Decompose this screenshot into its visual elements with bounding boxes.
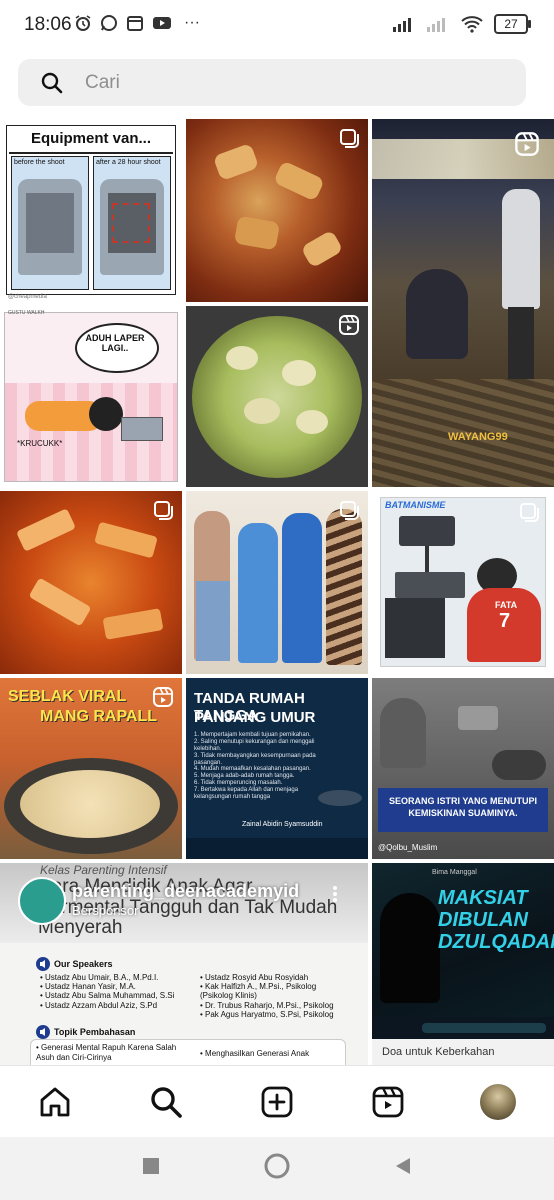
list-item: 4. Mudah memaafkan kesalahan pasangan.	[194, 766, 311, 773]
post-comic-laper[interactable]: ADUH LAPER LAGI.. *KRUCUKK* GUSTU WALKH	[0, 306, 182, 487]
after-label: after a 28 hour shoot	[96, 159, 161, 166]
search-icon	[151, 1087, 182, 1118]
speaker-item: • Dr. Trubus Raharjo, M.Psi., Psikolog	[200, 1000, 334, 1010]
search-icon	[41, 72, 63, 94]
post-seorang-istri[interactable]: SEORANG ISTRI YANG MENUTUPI KEMISKINAN S…	[372, 678, 554, 859]
post-credit: GUSTU WALKH	[8, 310, 45, 316]
post-red-snack[interactable]	[0, 491, 182, 674]
list-item: 7. Bertakwa kepada Allah dan menjaga kel…	[194, 787, 299, 801]
back-icon[interactable]	[394, 1156, 412, 1176]
signal-2-icon	[427, 18, 445, 32]
multi-photo-icon	[340, 129, 359, 148]
post-equipment-van[interactable]: Equipment van... before the shoot after …	[0, 119, 182, 302]
system-nav	[0, 1137, 554, 1200]
home-icon	[40, 1087, 70, 1117]
speaker-item: • Ustadz Abu Umair, B.A., M.Pd.I.	[40, 973, 159, 982]
sound-effect: *KRUCUKK*	[17, 439, 63, 448]
speaker-item: • Pak Agus Haryatmo, S.Psi, Psikolog	[200, 1009, 334, 1019]
status-bar: 18:06 ··· 27	[0, 0, 554, 50]
sponsor-handle[interactable]: parenting_deenacademyid	[72, 881, 299, 902]
wifi-icon	[461, 16, 483, 33]
brand-label: Bima Manggal	[432, 869, 477, 876]
multi-photo-icon	[520, 503, 539, 522]
explore-grid: Equipment van... before the shoot after …	[0, 119, 554, 1065]
search-input[interactable]: Cari	[18, 59, 526, 106]
speaker-item: • Ustadz Hanan Yasir, M.A.	[40, 982, 136, 992]
whatsapp-icon	[101, 15, 117, 31]
home-button-icon[interactable]	[264, 1153, 290, 1179]
more-options-icon[interactable]	[332, 885, 338, 903]
post-food-sauce[interactable]	[186, 119, 368, 302]
speakers-label: Our Speakers	[54, 959, 113, 969]
post-author: Zainal Abidin Syamsuddin	[242, 821, 323, 828]
speaker-item: (Psikolog Klinis)	[200, 991, 257, 1001]
multi-photo-icon	[154, 501, 173, 520]
speaker-icon	[36, 957, 50, 971]
speaker-item: • Ustadz Azzam Abdul Aziz, S.Pd	[40, 1000, 158, 1010]
speaker-item: • Ustadz Abu Salma Muhammad, S.Si	[40, 991, 175, 1001]
alarm-icon	[75, 15, 91, 31]
create-icon	[261, 1086, 293, 1118]
nav-reels[interactable]	[368, 1082, 408, 1122]
post-green-dumplings[interactable]	[186, 306, 368, 487]
script-title: Kelas Parenting Intensif	[40, 863, 167, 877]
post-credit: @Qolbu_Muslim	[378, 843, 438, 852]
list-item: 3. Tidak membayangkan kesempurnaan pada …	[194, 752, 316, 766]
post-tanda-rumah-tangga[interactable]: TANDA RUMAH TANGGA PANJANG UMUR 1. Mempe…	[186, 678, 368, 859]
post-title-line1: SEBLAK VIRAL	[8, 688, 127, 705]
nav-profile[interactable]	[478, 1082, 518, 1122]
speaker-icon	[36, 1025, 50, 1039]
list-item: 6. Tidak memperuncing masalah.	[194, 780, 283, 787]
topic-item: • Menghasilkan Generasi Anak	[200, 1049, 310, 1058]
post-clinic-group[interactable]	[186, 491, 368, 674]
speaker-item: • Ustadz Rosyid Abu Rosyidah	[200, 973, 309, 982]
list-item: 2. Saling menutupi kekurangan dan mengga…	[194, 738, 315, 752]
bottom-nav	[0, 1065, 554, 1138]
post-title-line2: PANJANG UMUR	[194, 709, 316, 726]
nav-home[interactable]	[35, 1082, 75, 1122]
speech-bubble: ADUH LAPER LAGI..	[85, 333, 145, 353]
recent-apps-icon[interactable]	[142, 1157, 160, 1175]
calendar-icon	[127, 16, 143, 31]
reels-icon	[372, 1086, 404, 1118]
post-maksiat[interactable]: Bima Manggal MAKSIAT DIBULAN DZULQADAH D…	[372, 863, 554, 1065]
post-title: MAKSIAT DIBULAN DZULQADAH	[438, 887, 554, 953]
jersey-number: 7	[499, 610, 511, 632]
profile-avatar	[480, 1084, 516, 1120]
sponsor-avatar[interactable]	[18, 877, 66, 925]
more-notifications-icon: ···	[184, 14, 200, 31]
jersey-name: FATA	[495, 600, 518, 610]
signal-icon	[393, 18, 411, 32]
topics-label: Topik Pembahasan	[54, 1027, 136, 1037]
status-time: 18:06	[24, 14, 72, 35]
multi-photo-icon	[340, 501, 359, 520]
post-batmanisme[interactable]: BATMANISME FATA 7	[372, 491, 554, 674]
post-night-market[interactable]: WAYANG99	[372, 119, 554, 487]
reels-icon	[515, 132, 539, 156]
speaker-item: • Kak Halfizh A., M.Psi., Psikolog	[200, 982, 317, 992]
post-seblak-viral[interactable]: SEBLAK VIRAL MANG RAPALL	[0, 678, 182, 859]
battery-indicator: 27	[494, 14, 531, 34]
post-caption: SEORANG ISTRI YANG MENUTUPI KEMISKINAN S…	[388, 796, 538, 818]
youtube-icon	[153, 17, 171, 29]
post-sponsored-parenting[interactable]: Kelas Parenting Intensif Cara Mendidik A…	[0, 863, 368, 1065]
post-footer: Doa untuk Keberkahan	[382, 1046, 495, 1058]
topic-item: • Generasi Mental Rapuh Karena Salah Asu…	[36, 1043, 177, 1062]
post-credit: @cheapmedia	[8, 294, 47, 300]
post-title-line2: MANG RAPALL	[40, 708, 158, 725]
post-tag: BATMANISME	[385, 500, 446, 510]
post-title: Equipment van...	[30, 130, 151, 147]
sponsored-label: Bersponsor	[72, 903, 139, 918]
search-placeholder: Cari	[85, 72, 120, 93]
nav-create[interactable]	[257, 1082, 297, 1122]
nav-search[interactable]	[146, 1082, 186, 1122]
reels-icon	[153, 687, 173, 707]
post-watermark: WAYANG99	[448, 431, 508, 443]
hooded-figure	[380, 893, 440, 1003]
reels-icon	[339, 315, 359, 335]
before-label: before the shoot	[14, 159, 65, 166]
list-item: 1. Mempertajam kembali tujuan pernikahan…	[194, 732, 311, 738]
list-item: 5. Menjaga adab-adab rumah tangga.	[194, 773, 295, 780]
